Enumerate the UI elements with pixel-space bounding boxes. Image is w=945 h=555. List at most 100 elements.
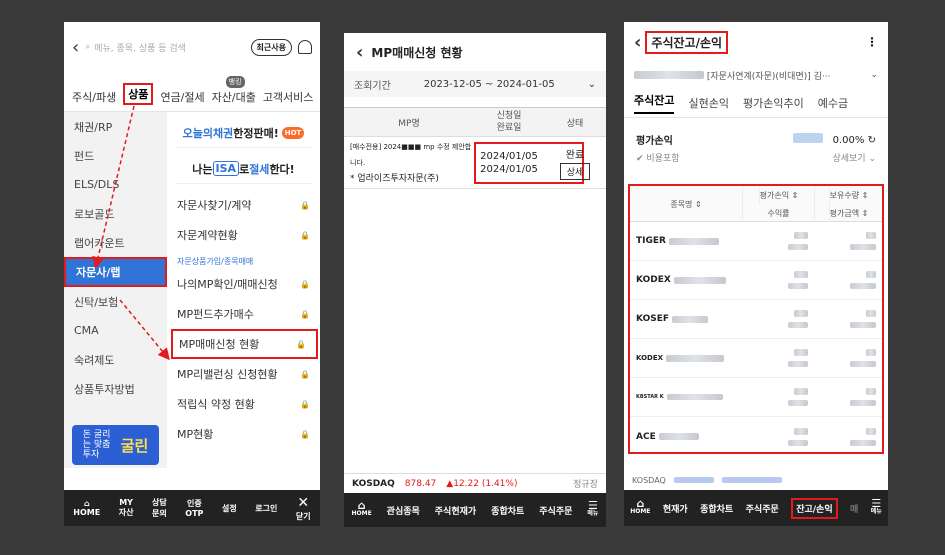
category-tabs: 주식/파생 상품 연금/절세 뱅킹 자산/대출 고객서비스 xyxy=(64,72,320,112)
table-row[interactable]: KODEX xyxy=(630,339,882,378)
lock-icon: 🔒 xyxy=(300,230,310,240)
bottom-nav: ⌂ HOME 현재가 종합차트 주식주문 잔고/손익 매 ☰ 메뉴 xyxy=(624,490,888,526)
menu-button[interactable]: ☰ 메뉴 xyxy=(871,497,882,516)
hot-badge: HOT xyxy=(281,126,305,139)
menu-item[interactable]: MP리밸런싱 신청현황 🔒 xyxy=(167,359,320,389)
menu-item[interactable]: 적립식 약정 현황 🔒 xyxy=(167,389,320,419)
category-item[interactable]: 신탁/보험 xyxy=(64,287,167,316)
status-badge: 완료 xyxy=(565,149,585,161)
category-item-advisor[interactable]: 자문사/랩 xyxy=(64,257,167,287)
lock-icon: 🔒 xyxy=(300,369,310,379)
index-ticker: KOSDAQ 878.47 ▲12.22 (1.41%) 정규장 xyxy=(344,473,606,493)
category-item[interactable]: 로보골드 xyxy=(64,199,167,228)
lock-icon: 🔒 xyxy=(300,399,310,409)
pl-summary: 평가손익 0.00% ↻ ✔ 비용포함 상세보기 ⌄ xyxy=(636,132,876,164)
recent-button[interactable]: 최근사용 xyxy=(250,38,292,56)
back-icon[interactable]: ‹ xyxy=(72,37,79,58)
section-label: 자문상품가입/종목매매 xyxy=(177,257,254,266)
nav-order[interactable]: 주식주문 xyxy=(539,504,572,517)
bell-icon[interactable] xyxy=(298,40,312,54)
menu-button[interactable]: ☰ 메뉴 xyxy=(587,500,598,518)
category-item[interactable]: ELS/DLS xyxy=(64,170,167,199)
tab-trend[interactable]: 평가손익추이 xyxy=(743,95,804,111)
table-row[interactable]: KOSEF xyxy=(630,300,882,339)
menu-item[interactable]: MP현황 🔒 xyxy=(167,419,320,449)
nav-chart[interactable]: 종합차트 xyxy=(700,502,733,515)
home-icon: ⌂ xyxy=(83,499,90,508)
lock-icon: 🔒 xyxy=(300,200,310,210)
back-icon[interactable]: ‹ xyxy=(356,42,363,63)
menu-item[interactable]: 자문계약현황 🔒 xyxy=(167,220,320,250)
hamburger-icon: ☰ xyxy=(871,497,882,510)
home-button[interactable]: ⌂ HOME xyxy=(73,499,100,517)
menu-item[interactable]: MP펀드추가매수 🔒 xyxy=(167,299,320,329)
tab-stock-balance[interactable]: 주식잔고 xyxy=(634,92,675,114)
nav-balance[interactable]: 잔고/손익 xyxy=(791,497,838,519)
bottom-nav: ⌂ HOME 관심종목 주식현재가 종합차트 주식주문 ☰ 메뉴 xyxy=(344,493,606,527)
category-list: 채권/RP 펀드 ELS/DLS 로보골드 랩어카운트 자문사/랩 신탁/보험 … xyxy=(64,112,167,468)
tab-realized[interactable]: 실현손익 xyxy=(688,95,728,111)
back-icon[interactable]: ‹ xyxy=(634,32,641,53)
top-bar: ‹ ⌕ 메뉴, 종목, 상품 등 검색 최근사용 xyxy=(64,22,320,72)
otp-button[interactable]: 인증 OTP xyxy=(185,498,203,518)
menu-item[interactable]: 자문사찾기/계약 🔒 xyxy=(167,190,320,220)
tab-asset[interactable]: 뱅킹 자산/대출 xyxy=(212,76,256,105)
promo-isa[interactable]: 나는 ISA 로 절세 한다! xyxy=(175,154,312,184)
bottom-nav: ⌂ HOME MY 자산 상담 문의 인증 OTP 설정 로그인 ✕ 닫기 xyxy=(64,490,320,526)
balance-tabs: 주식잔고 실현손익 평가손익추이 예수금 xyxy=(624,88,888,118)
index-ticker: KOSDAQ xyxy=(624,470,888,490)
category-item[interactable]: 펀드 xyxy=(64,141,167,170)
settings-button[interactable]: 설정 xyxy=(222,503,237,514)
detail-link[interactable]: 상세보기 ⌄ xyxy=(832,151,876,164)
tab-product[interactable]: 상품 xyxy=(123,83,154,105)
menu-item[interactable]: 나의MP확인/매매신청 🔒 xyxy=(167,269,320,299)
category-item[interactable]: 채권/RP xyxy=(64,112,167,141)
submenu-panel: 오늘의채권 한정판매! HOT 나는 ISA 로 절세 한다! 자문사찾기/계약… xyxy=(167,112,320,468)
tab-stock[interactable]: 주식/파생 xyxy=(72,89,116,105)
search-icon: ⌕ xyxy=(85,42,91,52)
holdings-table: 종목명 ⇕ 평가손익 ⇕ 수익률 보유수량 ⇕ 평가금액 ⇕ TIGER KOD… xyxy=(628,184,884,454)
period-selector[interactable]: 조회기간 2023-12-05 ~ 2024-01-05 ⌄ xyxy=(344,71,606,97)
category-item[interactable]: CMA xyxy=(64,316,167,345)
nav-more[interactable]: 매 xyxy=(850,502,858,515)
table-header: MP명 신청일 완료일 상태 xyxy=(344,107,606,137)
lock-icon: 🔒 xyxy=(300,279,310,289)
table-row[interactable]: KODEX xyxy=(630,261,882,300)
category-item[interactable]: 상품투자방법 xyxy=(64,374,167,403)
login-button[interactable]: 로그인 xyxy=(255,503,277,514)
promo-bond[interactable]: 오늘의채권 한정판매! HOT xyxy=(175,118,312,148)
account-selector[interactable]: [자문사연계(자문)(비대면)] 김··· ⌄ xyxy=(634,62,878,88)
search-input[interactable]: ⌕ 메뉴, 종목, 상품 등 검색 xyxy=(85,36,244,58)
home-icon: ⌂ xyxy=(636,497,645,510)
nav-watchlist[interactable]: 관심종목 xyxy=(387,504,420,517)
refresh-icon[interactable]: ↻ xyxy=(868,135,876,146)
close-button[interactable]: ✕ 닫기 xyxy=(296,495,311,522)
category-item[interactable]: 랩어카운트 xyxy=(64,228,167,257)
lock-icon: 🔒 xyxy=(300,309,310,319)
nav-price[interactable]: 주식현재가 xyxy=(435,504,476,517)
menu-item-mp-order-status[interactable]: MP매매신청 현황 🔒 xyxy=(171,329,318,359)
nav-order[interactable]: 주식주문 xyxy=(746,502,779,515)
table-row[interactable]: [매수전용] 2024■■■ mp 수정 제안합니다. * 업라이즈투자자문(주… xyxy=(344,137,606,189)
category-item[interactable]: 숙려제도 xyxy=(64,345,167,374)
tab-pension[interactable]: 연금/절세 xyxy=(160,89,204,105)
consult-button[interactable]: 상담 문의 xyxy=(152,497,167,519)
table-row[interactable]: ACE xyxy=(630,417,882,456)
tab-deposit[interactable]: 예수금 xyxy=(818,95,848,111)
header: ‹ MP매매신청 현황 xyxy=(344,33,606,71)
check-icon[interactable]: ✔ xyxy=(636,154,644,164)
my-asset-button[interactable]: MY 자산 xyxy=(119,498,134,518)
more-icon[interactable]: ⋮ xyxy=(866,35,878,49)
nav-price[interactable]: 현재가 xyxy=(663,502,688,515)
page-title: MP매매신청 현황 xyxy=(371,45,463,60)
nav-chart[interactable]: 종합차트 xyxy=(491,504,524,517)
chevron-down-icon: ⌄ xyxy=(587,78,596,90)
tab-service[interactable]: 고객서비스 xyxy=(263,89,314,105)
table-row[interactable]: TIGER xyxy=(630,222,882,261)
phone-mp-order-status: ‹ MP매매신청 현황 조회기간 2023-12-05 ~ 2024-01-05… xyxy=(344,33,606,527)
promo-banner[interactable]: 돈 굴리는 맞춤 투자 굴린 xyxy=(72,425,159,465)
home-button[interactable]: ⌂ HOME xyxy=(351,500,371,518)
detail-button[interactable]: 상세 xyxy=(559,162,591,180)
table-row[interactable]: KBSTAR K xyxy=(630,378,882,417)
home-button[interactable]: ⌂ HOME xyxy=(630,497,650,516)
